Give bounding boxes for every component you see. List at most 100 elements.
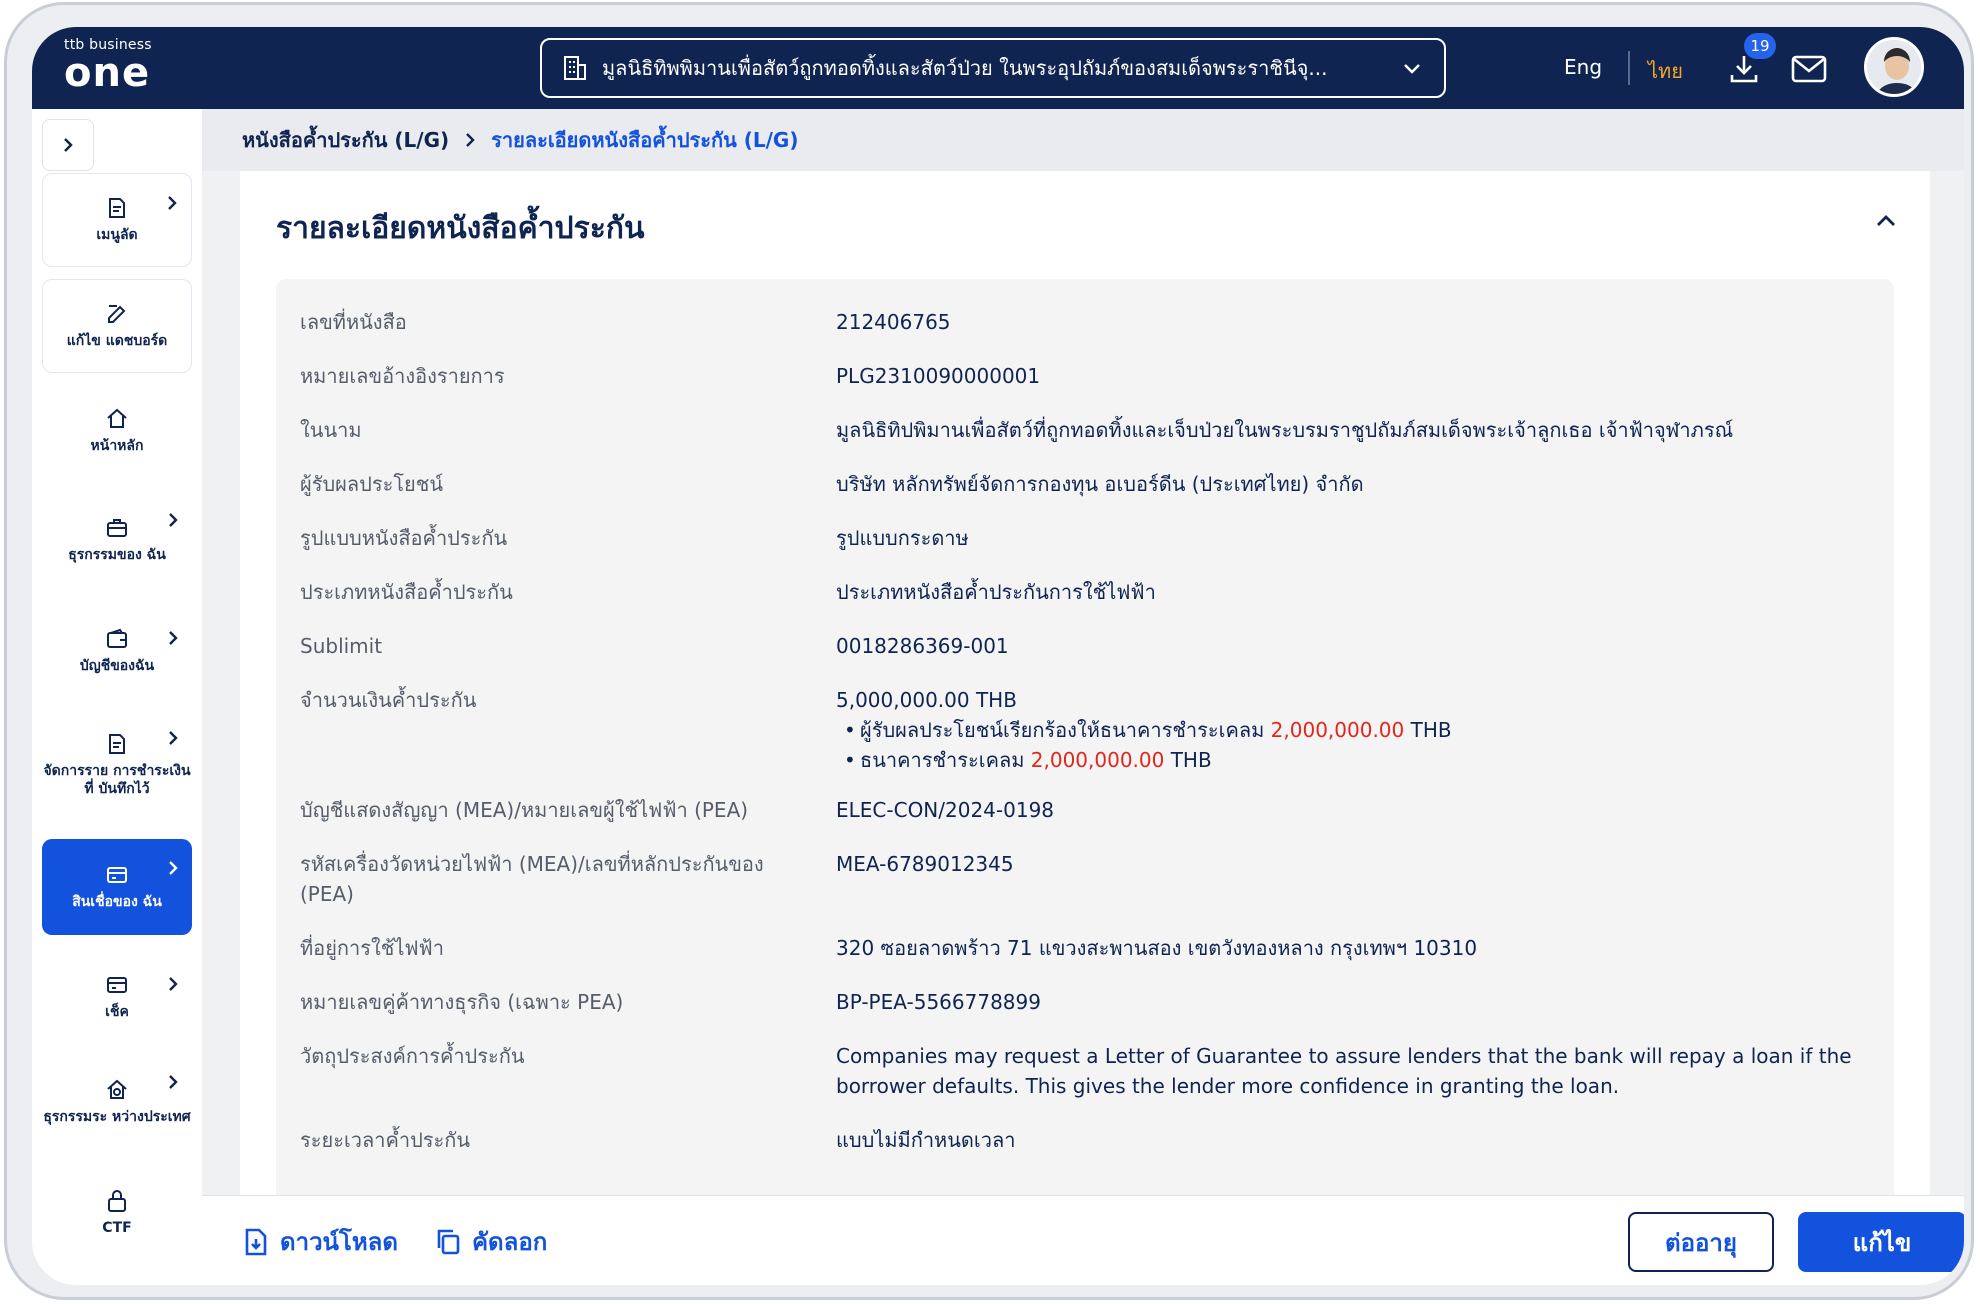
- bullet-currency: THB: [1410, 718, 1452, 742]
- chevron-right-icon: [64, 138, 73, 152]
- sidebar-item-label: ธุรกรรมระ หว่างประเทศ: [43, 1109, 191, 1125]
- row-value: บริษัท หลักทรัพย์จัดการกองทุน อเบอร์ดีน …: [836, 472, 1364, 496]
- lang-english[interactable]: Eng: [1564, 55, 1602, 79]
- download-label: ดาวน์โหลด: [280, 1228, 398, 1256]
- chevron-right-icon: [169, 977, 178, 991]
- sidebar-item-label: เมนูลัด: [96, 227, 138, 243]
- download-count-badge: 19: [1744, 33, 1776, 59]
- sidebar-item-saved-payments[interactable]: จัดการราย การชำระเงินที่ บันทึกไว้: [42, 709, 192, 821]
- bullet-currency: THB: [1170, 748, 1212, 772]
- row-value: ประเภทหนังสือค้ำประกันการใช้ไฟฟ้า: [836, 580, 1156, 604]
- home-icon: [107, 408, 127, 428]
- sidebar-item-label: หน้าหลัก: [90, 438, 144, 454]
- row-value: แบบไม่มีกำหนดเวลา: [836, 1128, 1016, 1152]
- row-value: 320 ซอยลาดพร้าว 71 แขวงสะพานสอง เขตวังทอ…: [836, 936, 1478, 960]
- breadcrumb: หนังสือค้ำประกัน (L/G) รายละเอียดหนังสือ…: [202, 109, 1964, 171]
- sidebar-expand-button[interactable]: [42, 119, 94, 171]
- sidebar-item-label: CTF: [102, 1220, 132, 1236]
- renew-button[interactable]: ต่ออายุ: [1628, 1212, 1774, 1272]
- sidebar-item-label: เช็ค: [105, 1004, 129, 1020]
- row-label: Sublimit: [300, 634, 383, 658]
- bullet-text: ธนาคารชำระเคลม: [860, 748, 1025, 772]
- row-value-group: 5,000,000.00 THB ผู้รับผลประโยชน์เรียกร้…: [836, 685, 1866, 775]
- row-label: ที่อยู่การใช้ไฟฟ้า: [300, 936, 444, 960]
- chevron-right-icon: [466, 133, 475, 147]
- bullet-amount: 2,000,000.00: [1030, 748, 1165, 772]
- document-icon: [109, 198, 125, 218]
- row-label: หมายเลขคู่ค้าทางธุรกิจ (เฉพาะ PEA): [300, 990, 624, 1014]
- document-icon: [109, 734, 125, 754]
- details-card: เลขที่หนังสือ 212406765 หมายเลขอ้างอิงรา…: [276, 279, 1894, 1219]
- app-screen: ttb business one มูลนิธิทิพพิมานเพื่อสัต…: [32, 27, 1964, 1285]
- globe-home-icon: [107, 1079, 127, 1099]
- amount-bullet: ผู้รับผลประโยชน์เรียกร้องให้ธนาคารชำระเค…: [836, 715, 1866, 745]
- edit-button[interactable]: แก้ไข: [1798, 1212, 1964, 1272]
- amount-bullet: ธนาคารชำระเคลม 2,000,000.00 THB: [836, 745, 1866, 775]
- sidebar-item-label: แก้ไข แดชบอร์ด: [66, 333, 168, 349]
- brand-big: one: [64, 50, 151, 96]
- row-label: รหัสเครื่องวัดหน่วยไฟฟ้า (MEA)/เลขที่หลั…: [300, 852, 764, 906]
- sidebar-item-my-loans[interactable]: สินเชื่อของ ฉัน: [42, 839, 192, 935]
- row-value: MEA-6789012345: [836, 852, 1014, 876]
- sidebar-item-label: สินเชื่อของ ฉัน: [72, 894, 162, 910]
- row-label: ในนาม: [300, 418, 362, 442]
- row-value: มูลนิธิทิปพิมานเพื่อสัตว์ที่ถูกทอดทิ้งแล…: [836, 418, 1734, 442]
- lock-icon: [108, 1190, 126, 1212]
- row-label: หมายเลขอ้างอิงรายการ: [300, 364, 505, 388]
- row-label: รูปแบบหนังสือค้ำประกัน: [300, 526, 508, 550]
- row-label: ระยะเวลาค้ำประกัน: [300, 1128, 471, 1152]
- company-name: มูลนิธิทิพพิมานเพื่อสัตว์ถูกทอดทิ้งและสั…: [602, 56, 1328, 80]
- building-icon: [564, 56, 586, 80]
- edit-icon: [108, 305, 126, 323]
- company-selector[interactable]: มูลนิธิทิพพิมานเพื่อสัตว์ถูกทอดทิ้งและสั…: [540, 38, 1446, 98]
- row-label: ผู้รับผลประโยชน์: [300, 472, 444, 496]
- breadcrumb-current: รายละเอียดหนังสือค้ำประกัน (L/G): [491, 128, 799, 152]
- briefcase-icon: [107, 519, 127, 537]
- download-button[interactable]: ดาวน์โหลด: [242, 1222, 398, 1261]
- row-value: รูปแบบกระดาษ: [836, 526, 969, 550]
- sidebar-item-international[interactable]: ธุรกรรมระ หว่างประเทศ: [42, 1053, 192, 1151]
- sidebar-item-ctf[interactable]: CTF: [42, 1173, 192, 1253]
- row-value: 0018286369-001: [836, 634, 1009, 658]
- row-label: ประเภทหนังสือค้ำประกัน: [300, 580, 513, 604]
- credit-card-icon: [107, 867, 127, 883]
- sidebar-item-my-accounts[interactable]: บัญชีของฉัน: [42, 609, 192, 693]
- row-label: เลขที่หนังสือ: [300, 310, 407, 334]
- sidebar-item-home[interactable]: หน้าหลัก: [42, 389, 192, 473]
- chevron-right-icon: [169, 631, 178, 645]
- sidebar: เมนูลัด แก้ไข แดชบอร์ด หน้าหลัก ธุรกรรมข…: [32, 109, 202, 1285]
- sidebar-item-edit-dashboard[interactable]: แก้ไข แดชบอร์ด: [42, 279, 192, 373]
- row-label: จำนวนเงินค้ำประกัน: [300, 688, 477, 712]
- chevron-right-icon: [169, 1075, 178, 1089]
- detail-panel: รายละเอียดหนังสือค้ำประกัน เลขที่หนังสือ…: [240, 171, 1930, 1219]
- row-value: Companies may request a Letter of Guaran…: [836, 1044, 1852, 1098]
- copy-button[interactable]: คัดลอก: [434, 1222, 547, 1261]
- sidebar-item-cheque[interactable]: เช็ค: [42, 955, 192, 1039]
- bullet-amount: 2,000,000.00: [1270, 718, 1405, 742]
- panel-title: รายละเอียดหนังสือค้ำประกัน: [276, 211, 645, 246]
- sidebar-item-label: บัญชีของฉัน: [79, 658, 155, 674]
- file-download-icon: [245, 1228, 267, 1255]
- user-avatar[interactable]: [1864, 37, 1924, 97]
- row-value: BP-PEA-5566778899: [836, 990, 1041, 1014]
- copy-label: คัดลอก: [472, 1228, 548, 1256]
- device-frame: ttb business one มูลนิธิทิพพิมานเพื่อสัต…: [4, 2, 1974, 1300]
- chevron-down-icon: [1404, 64, 1420, 74]
- sidebar-item-my-transactions[interactable]: ธุรกรรมของ ฉัน: [42, 491, 192, 589]
- chevron-right-icon: [169, 861, 178, 875]
- mail-icon[interactable]: [1790, 53, 1828, 85]
- sidebar-item-label: จัดการราย การชำระเงินที่ บันทึกไว้: [43, 763, 191, 797]
- row-value: ELEC-CON/2024-0198: [836, 798, 1055, 822]
- chevron-right-icon: [169, 513, 178, 527]
- row-value: 212406765: [836, 310, 951, 334]
- brand-logo[interactable]: ttb business one: [64, 37, 152, 93]
- chevron-up-icon[interactable]: [1872, 207, 1900, 235]
- breadcrumb-parent[interactable]: หนังสือค้ำประกัน (L/G): [242, 124, 449, 156]
- row-label: บัญชีแสดงสัญญา (MEA)/หมายเลขผู้ใช้ไฟฟ้า …: [300, 798, 749, 822]
- sidebar-item-shortcut-menu[interactable]: เมนูลัด: [42, 173, 192, 267]
- lang-thai[interactable]: ไทย: [1648, 55, 1683, 87]
- top-bar: ttb business one มูลนิธิทิพพิมานเพื่อสัต…: [32, 27, 1964, 109]
- sidebar-item-label: ธุรกรรมของ ฉัน: [68, 547, 166, 563]
- action-footer: ดาวน์โหลด คัดลอก ต่ออายุ แก้ไข: [202, 1195, 1964, 1285]
- lang-divider: [1628, 51, 1630, 85]
